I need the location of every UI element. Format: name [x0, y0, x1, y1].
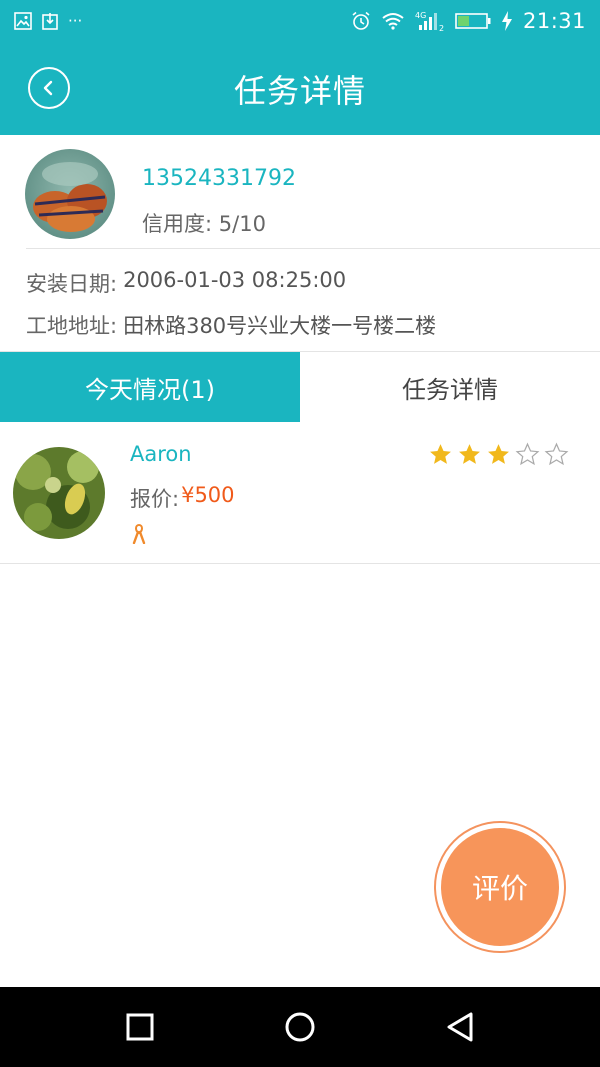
- ribbon-icon: [132, 523, 146, 548]
- install-date-value: 2006-01-03 08:25:00: [123, 268, 347, 292]
- header: 任务详情: [0, 42, 600, 135]
- back-nav-button[interactable]: [430, 997, 490, 1057]
- tab-today-status[interactable]: 今天情况(1): [0, 352, 300, 422]
- owner-avatar[interactable]: [25, 149, 115, 239]
- tab-task-details[interactable]: 任务详情: [300, 352, 600, 422]
- star-filled-icon: [488, 444, 509, 464]
- rating-stars: [428, 442, 569, 467]
- signal-icon: 4G 2: [415, 10, 445, 32]
- avatar[interactable]: [13, 447, 105, 539]
- install-date-label: 安装日期:: [26, 272, 118, 296]
- download-icon: [42, 12, 58, 30]
- rate-button[interactable]: 评价: [434, 821, 566, 953]
- tab-bar: 今天情况(1) 任务详情: [0, 351, 600, 422]
- price-value: ¥500: [181, 483, 235, 507]
- wifi-icon: [381, 12, 405, 30]
- bidder-name[interactable]: Aaron: [130, 442, 192, 466]
- page-title: 任务详情: [233, 71, 366, 110]
- app-screen: ··· 4G 2 21:31 任务详情 13524331792 信用度: 5/1…: [0, 0, 600, 1067]
- triangle-back-icon: [447, 1012, 473, 1042]
- battery-icon: [455, 12, 491, 30]
- network-label: 4G: [415, 11, 426, 20]
- address-row: 工地地址: 田林路380号兴业大楼一号楼二楼: [26, 310, 436, 340]
- sim-index: 2: [439, 24, 444, 32]
- credit-value: 5/10: [218, 212, 266, 236]
- home-button[interactable]: [270, 997, 330, 1057]
- star-empty-icon: [544, 442, 569, 466]
- rate-button-label: 评价: [441, 828, 559, 946]
- address-label: 工地地址:: [26, 314, 118, 338]
- star-filled-icon: [430, 444, 451, 464]
- credit-label: 信用度:: [142, 212, 213, 236]
- owner-card: 13524331792 信用度: 5/10: [0, 135, 600, 249]
- status-right: 4G 2 21:31: [351, 9, 586, 33]
- status-bar: ··· 4G 2 21:31: [0, 0, 600, 42]
- charging-icon: [501, 11, 513, 31]
- price-label: 报价:: [130, 487, 180, 511]
- chevron-left-icon: [43, 80, 53, 96]
- recent-apps-button[interactable]: [110, 997, 170, 1057]
- address-value: 田林路380号兴业大楼一号楼二楼: [123, 314, 437, 338]
- list-divider: [0, 563, 600, 564]
- install-date-row: 安装日期: 2006-01-03 08:25:00: [26, 268, 346, 298]
- image-icon: [14, 12, 32, 30]
- divider: [26, 248, 600, 249]
- owner-credit: 信用度: 5/10: [142, 208, 266, 238]
- back-button[interactable]: [28, 67, 70, 109]
- system-nav-bar: [0, 987, 600, 1067]
- square-icon: [126, 1013, 154, 1041]
- star-filled-icon: [459, 444, 480, 464]
- alarm-icon: [351, 11, 371, 31]
- bid-price-row: 报价: ¥500: [130, 483, 235, 513]
- more-icon: ···: [68, 12, 83, 30]
- star-empty-icon: [515, 442, 540, 466]
- status-left: ···: [14, 12, 82, 30]
- owner-phone[interactable]: 13524331792: [142, 166, 296, 191]
- list-item[interactable]: Aaron 报价: ¥500: [0, 422, 600, 564]
- circle-icon: [285, 1012, 315, 1042]
- status-time: 21:31: [522, 9, 586, 33]
